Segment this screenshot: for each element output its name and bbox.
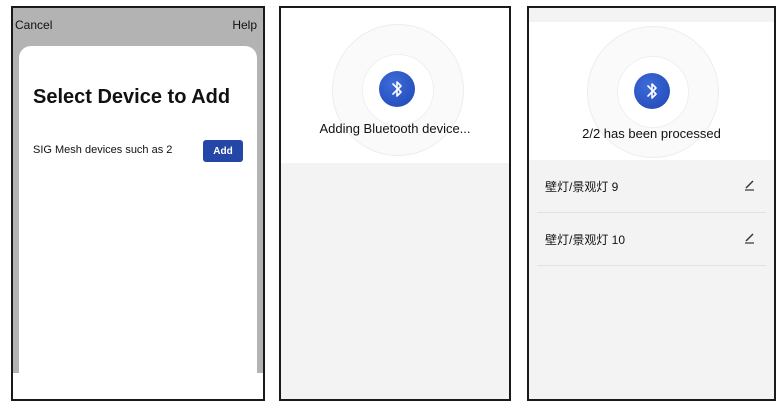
edit-icon[interactable] (742, 231, 756, 245)
processed-screen: 2/2 has been processed 壁灯/景观灯 9 壁灯/景观灯 1… (527, 6, 776, 401)
device-row: SIG Mesh devices such as 2 Add (33, 138, 243, 164)
help-button[interactable]: Help (232, 18, 257, 32)
edit-icon[interactable] (742, 178, 756, 192)
status-panel: Adding Bluetooth device... (281, 8, 509, 163)
select-device-screen: Cancel Help Select Device to Add SIG Mes… (11, 6, 265, 401)
bluetooth-icon (379, 71, 415, 107)
bluetooth-icon (634, 73, 670, 109)
top-bar: Cancel Help (13, 8, 263, 44)
status-text: 2/2 has been processed (582, 126, 721, 141)
top-strip (529, 8, 774, 22)
list-item[interactable]: 壁灯/景观灯 9 (537, 160, 766, 213)
sheet-bottom (13, 373, 263, 399)
adding-device-screen: Adding Bluetooth device... (279, 6, 511, 401)
device-name: 壁灯/景观灯 9 (545, 180, 619, 194)
device-name: 壁灯/景观灯 10 (545, 233, 626, 247)
device-sheet: Select Device to Add SIG Mesh devices su… (19, 46, 257, 375)
page-title: Select Device to Add (33, 86, 231, 108)
cancel-button[interactable]: Cancel (15, 18, 52, 32)
device-label: SIG Mesh devices such as 2 (33, 144, 173, 156)
status-text: Adding Bluetooth device... (319, 121, 471, 136)
add-button[interactable]: Add (203, 140, 243, 162)
status-panel: 2/2 has been processed (529, 22, 774, 160)
list-item[interactable]: 壁灯/景观灯 10 (537, 213, 766, 266)
